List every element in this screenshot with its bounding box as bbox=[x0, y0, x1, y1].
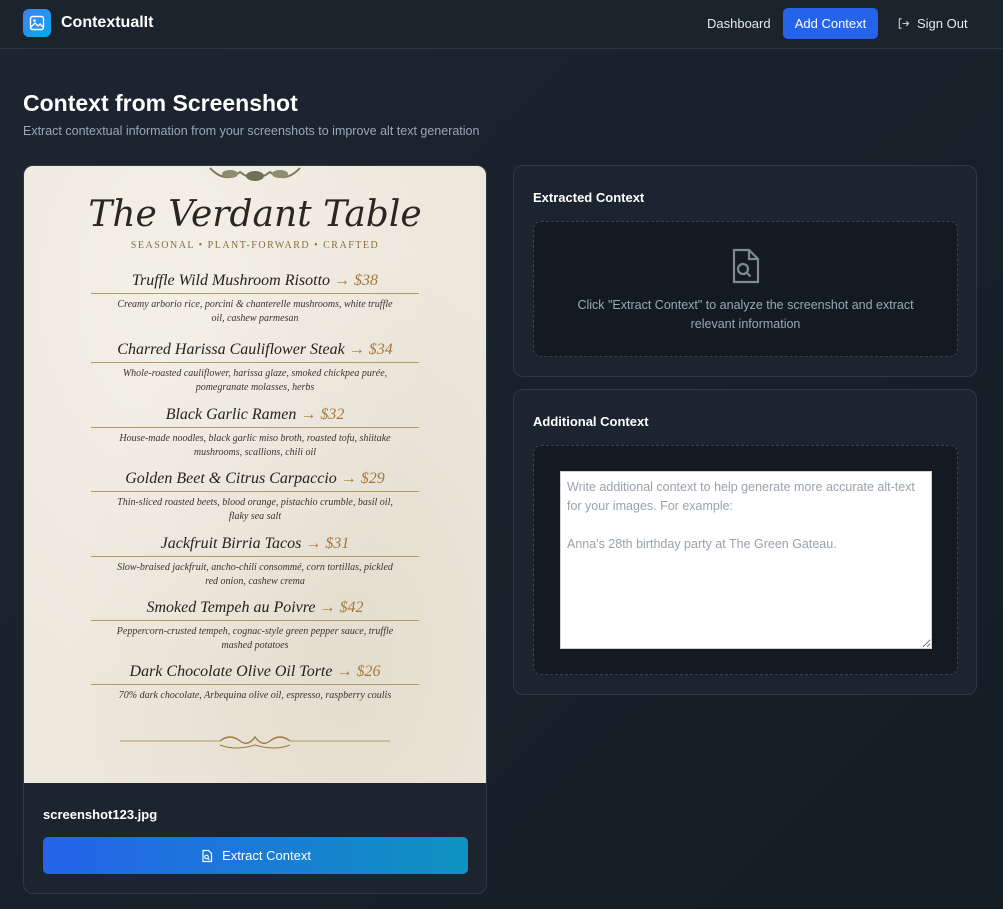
additional-context-container bbox=[533, 445, 958, 675]
divider bbox=[91, 362, 419, 363]
menu-title: The Verdant Table bbox=[88, 194, 422, 235]
image-icon bbox=[29, 15, 45, 31]
extracted-context-title: Extracted Context bbox=[533, 190, 645, 205]
sign-out-icon bbox=[898, 18, 910, 29]
menu-item: Golden Beet & Citrus Carpaccio → $29 Thi… bbox=[24, 470, 486, 523]
menu-item-name: Truffle Wild Mushroom Risotto bbox=[131, 272, 331, 289]
flourish-ornament-icon bbox=[120, 735, 390, 749]
sign-out-label: Sign Out bbox=[917, 16, 968, 31]
menu-item-desc: Whole-roasted cauliflower, harissa glaze… bbox=[122, 368, 388, 393]
menu-item-desc: Slow-braised jackfruit, ancho-chili cons… bbox=[117, 562, 393, 587]
app-logo-icon[interactable] bbox=[23, 9, 51, 37]
menu-item-price: → $31 bbox=[305, 535, 350, 552]
menu-item: Smoked Tempeh au Poivre → $42 Peppercorn… bbox=[24, 599, 486, 652]
divider bbox=[91, 684, 419, 685]
additional-context-title: Additional Context bbox=[533, 414, 649, 429]
file-search-icon bbox=[732, 248, 760, 284]
menu-item: Dark Chocolate Olive Oil Torte → $26 70%… bbox=[24, 663, 486, 703]
menu-item-price: → $26 bbox=[336, 663, 381, 680]
divider bbox=[91, 491, 419, 492]
menu-item-price: → $32 bbox=[300, 406, 345, 423]
page-subtitle: Extract contextual information from your… bbox=[23, 124, 480, 138]
additional-context-card: Additional Context bbox=[513, 389, 977, 695]
file-search-icon bbox=[202, 849, 213, 862]
menu-item-name: Smoked Tempeh au Poivre bbox=[146, 599, 316, 616]
nav-add-context-button[interactable]: Add Context bbox=[783, 8, 878, 39]
menu-item-name: Dark Chocolate Olive Oil Torte bbox=[129, 663, 333, 680]
menu-item-name: Charred Harissa Cauliflower Steak bbox=[117, 341, 345, 358]
divider bbox=[91, 427, 419, 428]
menu-item-desc: Thin-sliced roasted beets, blood orange,… bbox=[117, 497, 393, 522]
menu-item-desc: 70% dark chocolate, Arbequina olive oil,… bbox=[118, 690, 392, 701]
menu-item-desc: Peppercorn-crusted tempeh, cognac-style … bbox=[116, 626, 394, 651]
extracted-context-placeholder: Click "Extract Context" to analyze the s… bbox=[577, 298, 914, 331]
menu-item: Charred Harissa Cauliflower Steak → $34 … bbox=[24, 341, 486, 394]
nav-dashboard-link[interactable]: Dashboard bbox=[707, 16, 771, 31]
nav-sign-out-link[interactable]: Sign Out bbox=[897, 16, 968, 31]
menu-item-desc: House-made noodles, black garlic miso br… bbox=[119, 433, 391, 458]
menu-item-name: Golden Beet & Citrus Carpaccio bbox=[125, 470, 337, 487]
menu-item-name: Black Garlic Ramen bbox=[165, 406, 297, 423]
screenshot-filename: screenshot123.jpg bbox=[43, 807, 158, 822]
extracted-context-card: Extracted Context Click "Extract Context… bbox=[513, 165, 977, 377]
extracted-context-dropzone: Click "Extract Context" to analyze the s… bbox=[533, 221, 958, 357]
leaf-ornament-icon bbox=[209, 167, 301, 181]
app-name[interactable]: ContextualIt bbox=[61, 14, 153, 32]
extract-context-label: Extract Context bbox=[222, 848, 311, 863]
menu-item-price: → $38 bbox=[334, 272, 379, 289]
additional-context-textarea[interactable] bbox=[560, 471, 932, 649]
screenshot-card: The Verdant Table SEASONAL • PLANT-FORWA… bbox=[23, 165, 487, 894]
divider bbox=[91, 620, 419, 621]
top-navbar: ContextualIt Dashboard Add Context Sign … bbox=[0, 0, 1003, 49]
menu-item-price: → $42 bbox=[319, 599, 364, 616]
divider bbox=[91, 293, 419, 294]
menu-item-name: Jackfruit Birria Tacos bbox=[160, 535, 302, 552]
menu-item-price: → $29 bbox=[340, 470, 385, 487]
menu-item-price: → $34 bbox=[348, 341, 393, 358]
menu-item-desc: Creamy arborio rice, porcini & chanterel… bbox=[117, 299, 393, 324]
extract-context-button[interactable]: Extract Context bbox=[43, 837, 468, 874]
screenshot-preview-image: The Verdant Table SEASONAL • PLANT-FORWA… bbox=[24, 166, 486, 783]
menu-subtitle: SEASONAL • PLANT-FORWARD • CRAFTED bbox=[130, 240, 380, 251]
menu-item: Black Garlic Ramen → $32 House-made nood… bbox=[24, 406, 486, 459]
page-title: Context from Screenshot bbox=[23, 90, 298, 116]
divider bbox=[91, 556, 419, 557]
menu-item: Truffle Wild Mushroom Risotto → $38 Crea… bbox=[24, 272, 486, 325]
menu-item: Jackfruit Birria Tacos → $31 Slow-braise… bbox=[24, 535, 486, 588]
